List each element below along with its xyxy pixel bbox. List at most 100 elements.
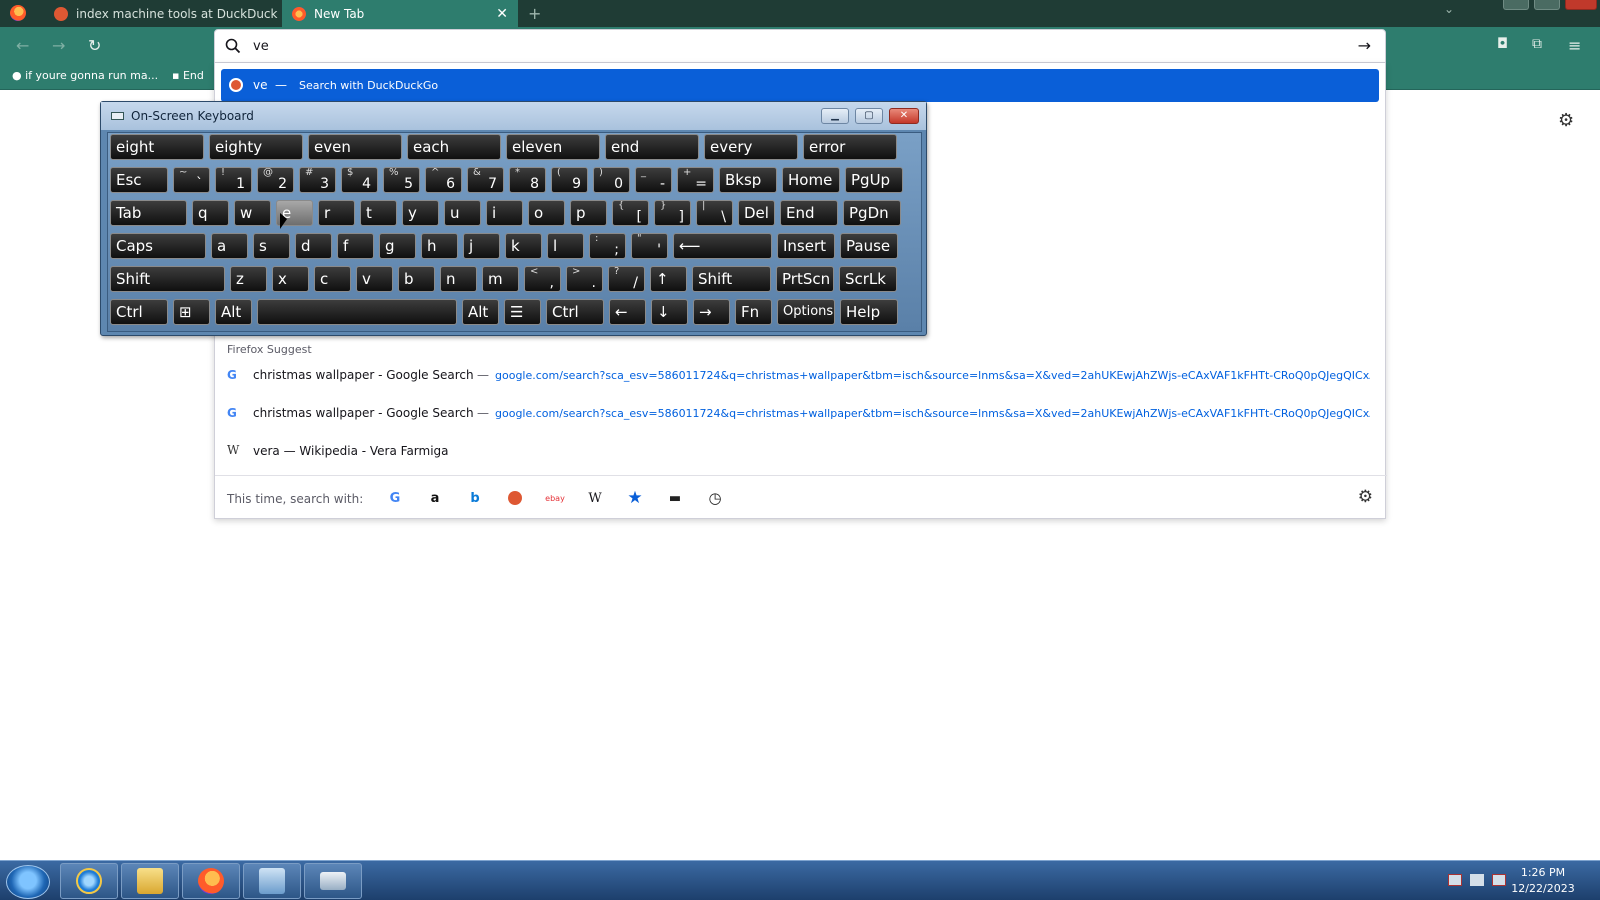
key[interactable]: PrtScn <box>776 266 834 292</box>
key[interactable]: Caps <box>110 233 206 259</box>
key[interactable]: h <box>421 233 458 259</box>
key[interactable]: ↑ <box>650 266 687 292</box>
key[interactable]: Home <box>782 167 840 193</box>
osk-minimize-button[interactable]: ▁ <box>821 108 849 124</box>
key[interactable]: r <box>318 200 355 226</box>
key[interactable]: Shift <box>692 266 771 292</box>
word-prediction-key[interactable]: even <box>308 134 402 160</box>
close-tab-icon[interactable]: ✕ <box>488 6 508 22</box>
key[interactable]: ! 1 <box>215 167 252 193</box>
key[interactable]: ⟵ <box>673 233 772 259</box>
search-with-duckduckgo-row[interactable]: ve — Search with DuckDuckGo <box>221 69 1379 102</box>
action-center-flag-icon[interactable] <box>1448 874 1462 886</box>
spacebar-key[interactable] <box>257 299 457 325</box>
firefox-icon[interactable] <box>10 5 26 21</box>
key[interactable]: u <box>444 200 481 226</box>
wikipedia-icon[interactable]: W <box>585 488 605 508</box>
tabs-icon[interactable]: ▬ <box>665 488 685 508</box>
key[interactable]: * 8 <box>509 167 546 193</box>
key[interactable]: PgDn <box>843 200 901 226</box>
word-prediction-key[interactable]: eighty <box>209 134 303 160</box>
forward-arrow-icon[interactable]: → <box>52 36 65 55</box>
word-prediction-key[interactable]: every <box>704 134 798 160</box>
network-icon[interactable] <box>1470 874 1484 886</box>
osk-maximize-button[interactable]: ▢ <box>855 108 883 124</box>
key[interactable]: | \ <box>696 200 733 226</box>
word-prediction-key[interactable]: error <box>803 134 897 160</box>
key[interactable]: Esc <box>110 167 168 193</box>
key[interactable]: k <box>505 233 542 259</box>
menu-hamburger-icon[interactable]: ≡ <box>1568 36 1581 55</box>
tab-duckduckgo[interactable]: index machine tools at DuckDuck ✕ <box>44 0 280 27</box>
address-input[interactable] <box>253 36 1303 56</box>
address-bar[interactable]: → <box>214 29 1386 63</box>
pocket-icon[interactable]: ◘ <box>1497 36 1508 52</box>
key[interactable]: _ - <box>635 167 672 193</box>
key[interactable]: ↓ <box>651 299 688 325</box>
key[interactable]: (9 <box>551 167 588 193</box>
word-prediction-key[interactable]: each <box>407 134 501 160</box>
key[interactable]: " ' <box>631 233 668 259</box>
key[interactable]: i <box>486 200 523 226</box>
maximize-window-button[interactable] <box>1534 0 1560 10</box>
taskbar-internet-explorer[interactable] <box>60 863 118 899</box>
key[interactable]: Del <box>738 200 775 226</box>
duckduckgo-icon[interactable] <box>505 488 525 508</box>
key[interactable]: n <box>440 266 477 292</box>
go-arrow-icon[interactable]: → <box>1358 36 1371 55</box>
key[interactable]: a <box>211 233 248 259</box>
key[interactable]: q <box>192 200 229 226</box>
bing-icon[interactable]: b <box>465 488 485 508</box>
key[interactable]: >. <box>566 266 603 292</box>
key[interactable]: ScrLk <box>839 266 897 292</box>
key[interactable]: ? / <box>608 266 645 292</box>
newtab-settings-gear-icon[interactable]: ⚙ <box>1558 110 1574 131</box>
history-icon[interactable]: ◷ <box>705 488 725 508</box>
ebay-icon[interactable]: ebay <box>545 488 565 508</box>
key[interactable]: ☰ <box>504 299 541 325</box>
key[interactable]: f <box>337 233 374 259</box>
key[interactable]: End <box>780 200 838 226</box>
key[interactable]: x <box>272 266 309 292</box>
key[interactable]: % 5 <box>383 167 420 193</box>
google-icon[interactable]: G <box>385 488 405 508</box>
key[interactable]: → <box>693 299 730 325</box>
key[interactable]: b <box>398 266 435 292</box>
key[interactable]: Fn <box>735 299 772 325</box>
close-tab-icon[interactable]: ✕ <box>277 6 280 22</box>
key[interactable]: Alt <box>462 299 499 325</box>
key[interactable]: l <box>547 233 584 259</box>
clock-time[interactable]: 1:26 PM <box>1508 866 1578 879</box>
key[interactable]: @2 <box>257 167 294 193</box>
word-prediction-key[interactable]: end <box>605 134 699 160</box>
key[interactable]: ) 0 <box>593 167 630 193</box>
bookmark-item[interactable]: ● if youre gonna run ma... <box>12 69 158 82</box>
key[interactable]: g <box>379 233 416 259</box>
key[interactable]: v <box>356 266 393 292</box>
key[interactable]: & 7 <box>467 167 504 193</box>
tab-new-tab[interactable]: New Tab ✕ <box>282 0 518 27</box>
key[interactable]: Alt <box>215 299 252 325</box>
key[interactable]: {[ <box>612 200 649 226</box>
word-prediction-key[interactable]: eleven <box>506 134 600 160</box>
key[interactable]: Tab <box>110 200 187 226</box>
key[interactable]: ^ 6 <box>425 167 462 193</box>
key[interactable]: Ctrl <box>546 299 604 325</box>
bookmark-item[interactable]: ▪ End <box>172 69 204 82</box>
back-arrow-icon[interactable]: ← <box>16 36 29 55</box>
key[interactable]: Insert <box>777 233 835 259</box>
osk-close-button[interactable]: ✕ <box>889 108 919 124</box>
suggestion-row[interactable]: W vera — Wikipedia - Vera Farmiga <box>227 436 1377 466</box>
key[interactable]: + = <box>677 167 714 193</box>
search-settings-gear-icon[interactable]: ⚙ <box>1358 487 1373 507</box>
key[interactable]: ← <box>609 299 646 325</box>
key[interactable]: p <box>570 200 607 226</box>
taskbar-control-panel[interactable] <box>243 863 301 899</box>
taskbar-firefox[interactable] <box>182 863 240 899</box>
volume-muted-icon[interactable] <box>1492 874 1506 886</box>
key[interactable]: <, <box>524 266 561 292</box>
taskbar-on-screen-keyboard[interactable] <box>304 863 362 899</box>
reload-icon[interactable]: ↻ <box>88 36 101 55</box>
key[interactable]: z <box>230 266 267 292</box>
key[interactable]: Pause <box>840 233 898 259</box>
